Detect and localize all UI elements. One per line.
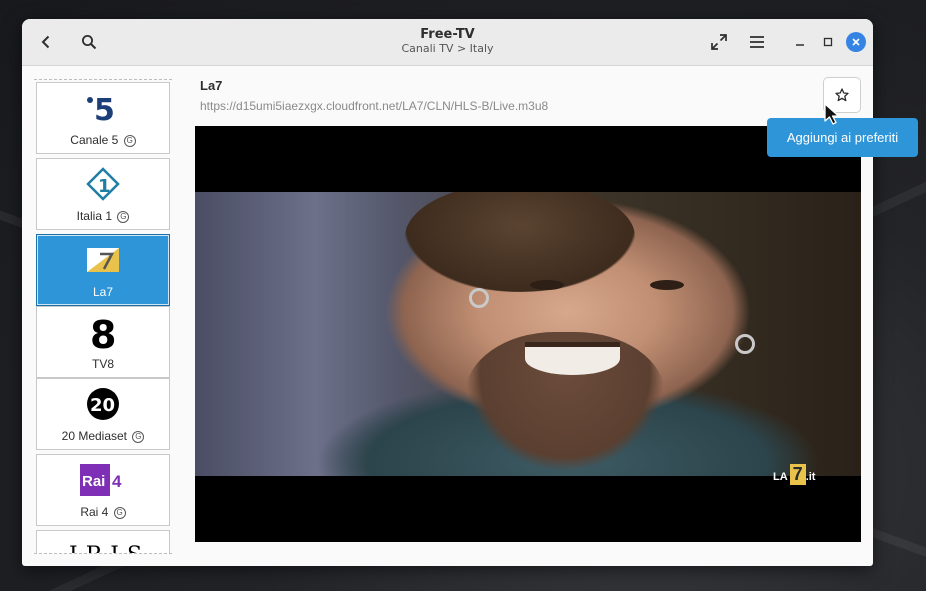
la7-logo <box>37 243 169 277</box>
star-icon <box>835 88 849 102</box>
chevron-left-icon <box>41 35 50 49</box>
channel-item-iris[interactable]: IRIS <box>36 530 170 554</box>
minimize-icon <box>796 44 804 46</box>
iris-logo: IRIS <box>37 535 169 554</box>
current-channel-title: La7 <box>200 78 223 93</box>
g-badge-icon: G <box>117 211 130 223</box>
svg-text:20: 20 <box>90 395 115 416</box>
20-mediaset-logo: 20 <box>37 387 169 421</box>
svg-text:Rai: Rai <box>82 473 105 490</box>
g-badge-icon: G <box>132 431 145 443</box>
channel-item-20-mediaset[interactable]: 20 20 Mediaset G <box>36 378 170 450</box>
rai-4-logo: Rai 4 <box>37 463 169 497</box>
minimize-button[interactable] <box>790 32 810 52</box>
main-menu-button[interactable] <box>741 26 773 58</box>
app-window: Free-TV Canali TV > Italy 5 Canale 5 G 1… <box>22 19 873 566</box>
channel-item-italia-1[interactable]: 1 Italia 1 G <box>36 158 170 230</box>
expand-icon <box>711 34 727 50</box>
video-player[interactable]: LA 7 .it <box>195 126 861 542</box>
channel-label: 20 Mediaset G <box>37 429 169 443</box>
channel-label: La7 <box>92 285 114 299</box>
header-bar: Free-TV Canali TV > Italy <box>22 19 873 66</box>
channel-item-canale-5[interactable]: 5 Canale 5 G <box>36 82 170 154</box>
hamburger-menu-icon <box>750 36 764 48</box>
channel-label: TV8 <box>91 357 114 371</box>
maximize-icon <box>823 37 833 47</box>
back-button[interactable] <box>30 26 62 58</box>
tv8-logo: 8 <box>37 314 169 350</box>
channel-list[interactable]: 5 Canale 5 G 1 Italia 1 G La7 8 TV8 20 2… <box>34 79 172 554</box>
italia-1-logo: 1 <box>37 167 169 201</box>
g-badge-icon: G <box>123 135 136 147</box>
la7-watermark: LA 7 .it <box>773 464 816 485</box>
channel-item-tv8[interactable]: 8 TV8 <box>36 306 170 378</box>
maximize-button[interactable] <box>818 32 838 52</box>
svg-text:8: 8 <box>90 314 116 350</box>
search-icon <box>82 35 97 50</box>
mouse-cursor-icon <box>824 103 840 125</box>
search-button[interactable] <box>73 26 105 58</box>
channel-label: Canale 5 G <box>37 133 169 147</box>
svg-text:5: 5 <box>94 93 115 125</box>
stream-url: https://d15umi5iaezxgx.cloudfront.net/LA… <box>200 99 549 113</box>
close-button[interactable] <box>846 32 866 52</box>
channel-item-rai-4[interactable]: Rai 4 Rai 4 G <box>36 454 170 526</box>
svg-text:IRIS: IRIS <box>69 543 143 554</box>
svg-text:1: 1 <box>98 176 111 197</box>
close-icon <box>852 38 860 46</box>
video-frame <box>195 192 861 476</box>
svg-text:4: 4 <box>112 472 122 491</box>
g-badge-icon: G <box>113 507 126 519</box>
channel-label: Italia 1 G <box>37 209 169 223</box>
canale-5-logo: 5 <box>37 91 169 125</box>
channel-item-la7[interactable]: La7 <box>36 234 170 306</box>
channel-label: Rai 4 G <box>37 505 169 519</box>
fullscreen-button[interactable] <box>703 26 735 58</box>
